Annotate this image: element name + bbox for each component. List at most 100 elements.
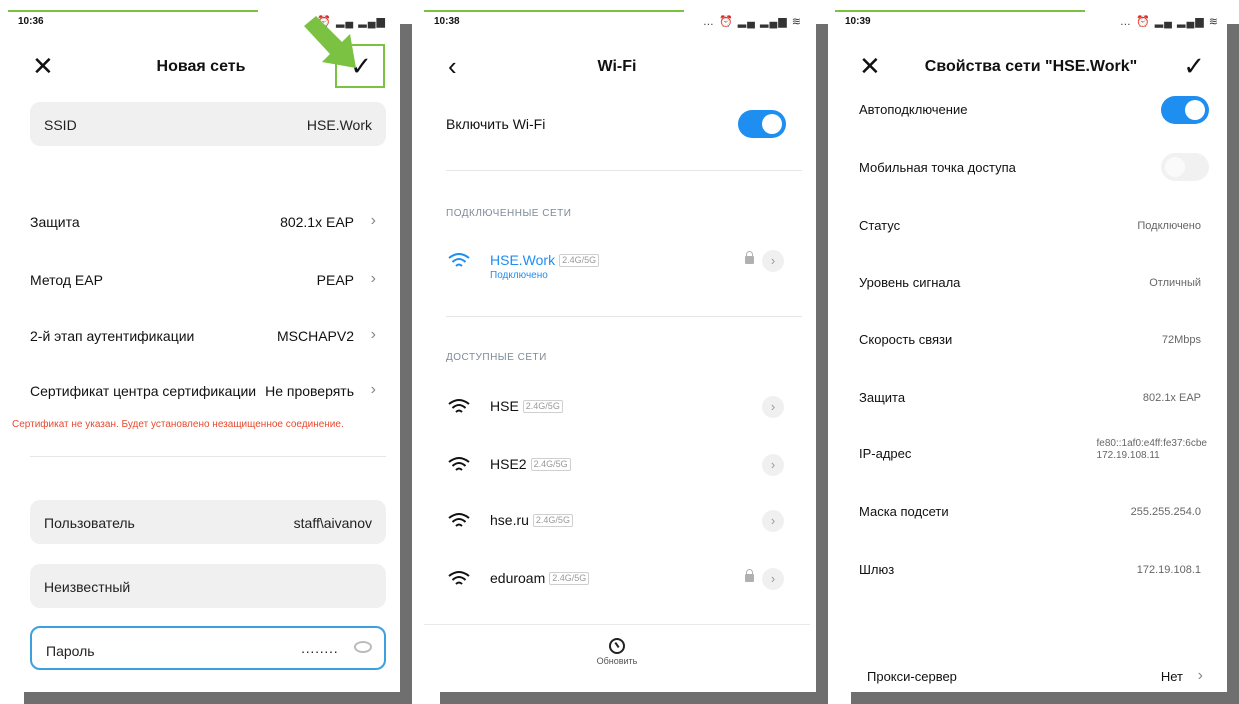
password-value: ········ — [300, 643, 338, 659]
anonymous-identity-field[interactable]: Неизвестный — [30, 564, 386, 608]
wifi-signal-icon — [448, 571, 470, 585]
eye-icon[interactable] — [354, 641, 372, 653]
ssid-value: HSE.Work — [306, 117, 372, 133]
screen-network-properties: 10:39 … ⏰ ▂▄ ▂▄▆ ≋ ✕ Свойства сети "HSE.… — [835, 10, 1227, 690]
eap-method-label: Метод EAP — [30, 272, 103, 288]
network-name: HSE.Work 2.4G/5G — [490, 252, 600, 268]
proxy-label: Прокси-сервер — [867, 669, 957, 684]
subnet-mask-label: Маска подсети — [859, 504, 949, 519]
status-label: Статус — [859, 218, 901, 233]
security-label: Защита — [859, 390, 906, 405]
ipv4-value: 172.19.108.11 — [1096, 450, 1160, 461]
lock-icon — [745, 251, 754, 264]
confirm-check-icon[interactable]: ✓ — [1183, 52, 1205, 80]
band-badge: 2.4G/5G — [522, 400, 563, 413]
screen-wifi-list: 10:38 … ⏰ ▂▄ ▂▄▆ ≋ ‹ Wi-Fi Включить Wi-F… — [424, 10, 810, 690]
ca-cert-value: Не проверять — [265, 383, 354, 399]
status-time: 10:38 — [434, 16, 460, 27]
wifi-signal-icon — [448, 513, 470, 527]
status-time: 10:39 — [845, 16, 871, 27]
security-label: Защита — [30, 214, 80, 230]
top-accent-line — [835, 10, 1085, 12]
page-title: Свойства сети "HSE.Work" — [924, 58, 1138, 75]
network-name: hse.ru 2.4G/5G — [490, 512, 573, 528]
password-field[interactable]: Пароль ········ — [30, 626, 386, 670]
band-badge: 2.4G/5G — [532, 514, 573, 527]
green-arrow-icon — [304, 16, 356, 68]
band-badge: 2.4G/5G — [559, 254, 600, 267]
phase2-label: 2-й этап аутентификации — [30, 328, 195, 344]
password-label: Пароль — [46, 643, 95, 659]
status-icons: … ⏰ ▂▄ ▂▄▆ ≋ — [702, 16, 802, 28]
ssid-field[interactable]: SSID HSE.Work — [30, 102, 386, 146]
phone-shadow — [851, 692, 1239, 704]
eap-method-value: PEAP — [316, 272, 354, 288]
divider — [446, 170, 802, 171]
status-bar: 10:38 … ⏰ ▂▄ ▂▄▆ ≋ — [434, 14, 802, 30]
network-name: eduroam 2.4G/5G — [490, 570, 590, 586]
chevron-right-icon[interactable]: › — [762, 510, 784, 532]
anonymous-identity-label: Неизвестный — [44, 579, 131, 595]
cert-warning: Сертификат не указан. Будет установлено … — [12, 419, 344, 430]
phone-shadow — [440, 692, 828, 704]
chevron-right-icon: › — [370, 270, 376, 287]
network-item[interactable]: HSE2 2.4G/5G › — [424, 452, 810, 482]
status-icons: … ⏰ ▂▄ ▂▄▆ ≋ — [1119, 16, 1219, 28]
username-label: Пользователь — [44, 515, 135, 531]
enable-wifi-label: Включить Wi-Fi — [446, 116, 546, 132]
ipv6-value: fe80::1af0:e4ff:fe37:6cbe — [1096, 438, 1207, 449]
ip-address-value: fe80::1af0:e4ff:fe37:6cbe 172.19.108.11 — [1097, 438, 1207, 462]
chevron-right-icon: › — [1197, 667, 1203, 684]
network-status: Подключено — [490, 270, 548, 281]
refresh-button[interactable]: Обновить — [424, 638, 810, 666]
chevron-right-icon: › — [370, 326, 376, 343]
chevron-right-icon[interactable]: › — [762, 250, 784, 272]
title-bar: ‹ Wi-Fi — [424, 50, 810, 86]
wifi-signal-icon — [448, 399, 470, 413]
divider — [30, 456, 386, 457]
page-title: Wi-Fi — [597, 58, 637, 75]
connected-networks-header: ПОДКЛЮЧЕННЫЕ СЕТИ — [446, 208, 572, 219]
available-networks-header: ДОСТУПНЫЕ СЕТИ — [446, 352, 547, 363]
chevron-right-icon[interactable]: › — [762, 454, 784, 476]
wifi-signal-icon — [448, 253, 470, 267]
top-accent-line — [8, 10, 258, 12]
proxy-value: Нет — [1160, 669, 1183, 684]
network-name: HSE2 2.4G/5G — [490, 456, 571, 472]
status-value: Подключено — [1137, 220, 1201, 232]
chevron-right-icon[interactable]: › — [762, 568, 784, 590]
band-badge: 2.4G/5G — [530, 458, 571, 471]
ca-cert-label: Сертификат центра сертификации — [30, 383, 257, 399]
status-time: 10:36 — [18, 16, 44, 27]
security-value: 802.1x EAP — [1142, 392, 1201, 404]
refresh-icon — [609, 638, 625, 654]
phone-shadow — [24, 692, 412, 704]
network-item[interactable]: HSE 2.4G/5G › — [424, 394, 810, 424]
lock-icon — [745, 569, 754, 582]
hotspot-toggle[interactable] — [1161, 153, 1209, 181]
top-accent-line — [424, 10, 684, 12]
ssid-label: SSID — [44, 117, 77, 133]
network-name: HSE 2.4G/5G — [490, 398, 563, 414]
link-speed-value: 72Mbps — [1161, 334, 1201, 346]
chevron-right-icon: › — [370, 212, 376, 229]
phase2-value: MSCHAPV2 — [276, 328, 354, 344]
auto-connect-toggle[interactable] — [1161, 96, 1209, 124]
network-item[interactable]: hse.ru 2.4G/5G › — [424, 508, 810, 538]
phone-shadow — [400, 24, 412, 704]
network-item[interactable]: eduroam 2.4G/5G › — [424, 566, 810, 596]
signal-label: Уровень сигнала — [859, 275, 961, 290]
wifi-toggle[interactable] — [738, 110, 786, 138]
chevron-right-icon: › — [370, 381, 376, 398]
security-value: 802.1x EAP — [280, 214, 354, 230]
gateway-value: 172.19.108.1 — [1136, 564, 1201, 576]
subnet-mask-value: 255.255.254.0 — [1130, 506, 1201, 518]
username-field[interactable]: Пользователь staff\aivanov — [30, 500, 386, 544]
refresh-label: Обновить — [596, 656, 638, 666]
signal-value: Отличный — [1149, 277, 1201, 289]
band-badge: 2.4G/5G — [549, 572, 590, 585]
phone-shadow — [816, 24, 828, 704]
connected-network-item[interactable]: HSE.Work 2.4G/5G Подключено › — [424, 248, 810, 288]
chevron-right-icon[interactable]: › — [762, 396, 784, 418]
link-speed-label: Скорость связи — [859, 332, 953, 347]
